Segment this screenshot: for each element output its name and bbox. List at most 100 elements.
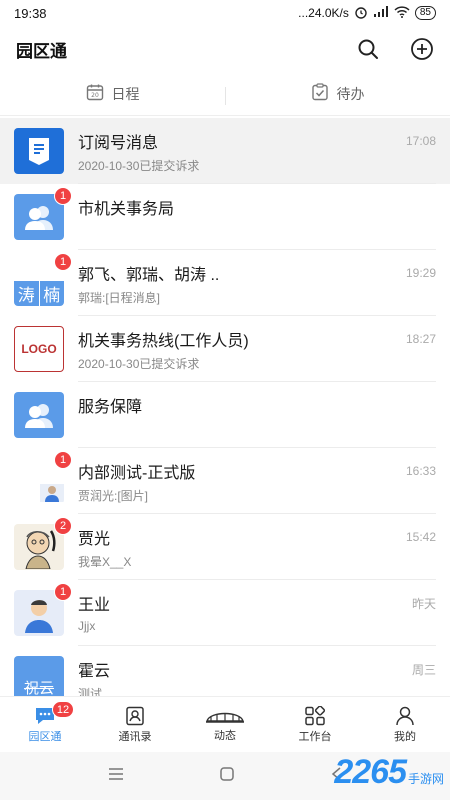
app-header: 园区通 — [0, 26, 450, 72]
chat-preview: 2020-10-30已提交诉求 — [78, 357, 200, 371]
chat-time: 17:08 — [405, 134, 436, 148]
group-icon — [25, 206, 53, 230]
tab-todo[interactable]: 待办 — [225, 83, 450, 105]
list-item[interactable]: 祝云 霍云 周三 测试 — [0, 646, 450, 696]
user-icon — [396, 706, 414, 725]
tab-schedule-label: 日程 — [111, 85, 140, 102]
document-icon — [29, 138, 49, 165]
chat-name: 订阅号消息 — [78, 135, 159, 152]
bottom-nav: 园区通 12 通讯录 动态 工作台 我的 — [0, 696, 450, 752]
avatar-text: 祝云 — [23, 680, 54, 696]
add-circle-icon[interactable] — [410, 37, 434, 61]
nav-label: 工作台 — [298, 730, 332, 743]
unread-badge: 1 — [54, 253, 72, 271]
chat-preview: 我晕X__X — [78, 555, 132, 569]
unread-badge: 1 — [54, 187, 72, 205]
chat-name: 王业 — [78, 597, 111, 614]
chat-preview: 2020-10-30已提交诉求 — [78, 159, 200, 173]
nav-label: 动态 — [214, 729, 236, 742]
avatar: LOGO — [14, 326, 64, 372]
chat-name: 霍云 — [78, 663, 111, 680]
nav-label: 通讯录 — [118, 730, 152, 743]
watermark-number: 2265 — [334, 753, 407, 791]
page-title: 园区通 — [16, 41, 67, 61]
avatar: 2 — [14, 517, 72, 570]
group-icon — [25, 404, 53, 428]
avatar-text: 涛 — [14, 281, 39, 306]
chat-preview: 贾润光:[图片] — [78, 489, 149, 503]
calendar-icon: 20 — [86, 83, 104, 104]
person-icon — [25, 600, 53, 633]
logo-text: LOGO — [21, 342, 57, 356]
network-speed: ...24.0K/s — [298, 6, 349, 20]
list-item[interactable]: 1 内部测试-正式版 16:33 贾润光:[图片] — [0, 448, 450, 514]
chat-time: 19:29 — [405, 266, 436, 280]
stadium-icon — [206, 712, 244, 723]
person-icon — [44, 485, 59, 502]
nav-label: 我的 — [394, 730, 416, 743]
chat-time: 15:42 — [405, 530, 436, 544]
avatar: 1 — [14, 187, 72, 240]
list-item[interactable]: 1 王业 昨天 Jjjx — [0, 580, 450, 646]
chat-list: 订阅号消息 17:08 2020-10-30已提交诉求 1 市机关事务局 涛 楠… — [0, 118, 450, 696]
avatar: 1 — [14, 583, 72, 636]
chat-name: 服务保障 — [78, 399, 143, 416]
list-item[interactable]: 涛 楠 1 郭飞、郭瑞、胡涛 .. 19:29 郭瑞:[日程消息] — [0, 250, 450, 316]
quick-tabs: 20 日程 待办 — [0, 72, 450, 116]
system-nav-bar: 2265 手游网 — [0, 752, 450, 800]
svg-text:20: 20 — [91, 92, 99, 99]
wifi-icon — [394, 5, 410, 21]
chat-name: 市机关事务局 — [78, 201, 175, 218]
list-item[interactable]: LOGO 机关事务热线(工作人员) 18:27 2020-10-30已提交诉求 — [0, 316, 450, 382]
watermark-text: 手游网 — [407, 772, 444, 786]
alarm-icon — [354, 5, 368, 22]
list-item[interactable]: 订阅号消息 17:08 2020-10-30已提交诉求 — [0, 118, 450, 184]
list-item[interactable]: 2 贾光 15:42 我晕X__X — [0, 514, 450, 580]
avatar — [14, 128, 64, 174]
avatar — [14, 392, 64, 438]
chat-time: 周三 — [411, 662, 436, 677]
avatar: 涛 楠 1 — [14, 253, 72, 306]
status-time: 19:38 — [14, 5, 47, 21]
nav-label: 园区通 — [28, 730, 62, 743]
chat-preview — [78, 421, 436, 437]
nav-item-contacts[interactable]: 通讯录 — [90, 697, 180, 752]
search-icon[interactable] — [356, 37, 380, 61]
list-item[interactable]: 服务保障 — [0, 382, 450, 448]
tab-schedule[interactable]: 20 日程 — [0, 83, 225, 104]
home-icon[interactable] — [219, 766, 235, 787]
chat-time: 16:33 — [405, 464, 436, 478]
nav-item-park[interactable]: 园区通 12 — [0, 697, 90, 752]
chat-name: 贾光 — [78, 531, 111, 548]
avatar: 祝云 — [14, 656, 64, 696]
chat-name: 内部测试-正式版 — [78, 465, 196, 482]
chat-time: 18:27 — [405, 332, 436, 346]
nav-badge: 12 — [52, 701, 74, 718]
unread-badge: 1 — [54, 451, 72, 469]
chat-preview: Jjjx — [78, 619, 96, 633]
menu-icon[interactable] — [108, 767, 124, 785]
chat-preview — [78, 223, 436, 239]
signal-icon — [373, 5, 389, 21]
contacts-icon — [126, 706, 144, 725]
chat-preview: 测试 — [78, 687, 103, 696]
nav-item-me[interactable]: 我的 — [360, 697, 450, 752]
nav-item-feed[interactable]: 动态 — [180, 697, 270, 752]
chat-time: 昨天 — [411, 596, 436, 611]
battery-indicator: 85 — [414, 6, 436, 20]
watermark: 2265 手游网 — [334, 753, 444, 792]
nav-item-workbench[interactable]: 工作台 — [270, 697, 360, 752]
list-item[interactable]: 1 市机关事务局 — [0, 184, 450, 250]
status-icons: ...24.0K/s 85 — [298, 5, 436, 22]
avatar: 1 — [14, 451, 72, 504]
unread-badge: 2 — [54, 517, 72, 535]
clipboard-check-icon — [311, 83, 329, 104]
avatar-text: 楠 — [39, 281, 64, 306]
unread-badge: 1 — [54, 583, 72, 601]
grid-apps-icon — [305, 705, 326, 725]
chat-name: 郭飞、郭瑞、胡涛 .. — [78, 267, 220, 284]
tab-todo-label: 待办 — [336, 85, 365, 102]
chat-preview: 郭瑞:[日程消息] — [78, 291, 161, 305]
chat-name: 机关事务热线(工作人员) — [78, 333, 249, 350]
status-bar: 19:38 ...24.0K/s 85 — [0, 0, 450, 26]
